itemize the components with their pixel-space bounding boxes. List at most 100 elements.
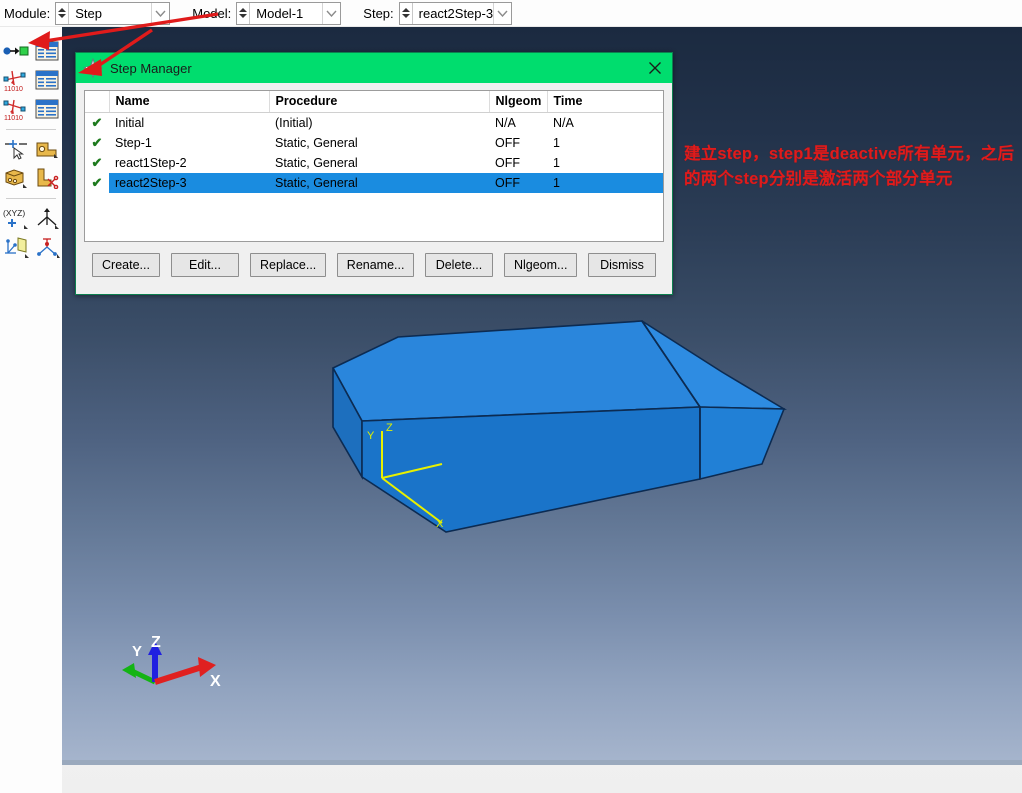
table-row[interactable]: ✔ react2Step-3 Static, General OFF 1 xyxy=(85,173,663,193)
viewport-bottom-edge xyxy=(62,760,1022,765)
create-interaction-icon[interactable] xyxy=(31,134,62,163)
toolbox-divider xyxy=(6,198,56,199)
nlgeom-button[interactable]: Nlgeom... xyxy=(503,253,577,277)
cell-time: 1 xyxy=(553,156,560,170)
history-output-manager-icon[interactable] xyxy=(31,94,62,123)
create-field-output-request-icon[interactable]: 11010 xyxy=(0,65,31,94)
delete-button[interactable]: Delete... xyxy=(424,253,493,277)
toolbox-row xyxy=(0,163,62,192)
abaqus-cae-window: Module: Step Model: Model-1 Step: react2… xyxy=(0,0,1022,793)
create-datum-axis-icon[interactable] xyxy=(31,203,62,232)
field-output-manager-icon[interactable] xyxy=(31,65,62,94)
rename-button[interactable]: Rename... xyxy=(336,253,414,277)
cell-name: Step-1 xyxy=(115,136,152,150)
model-label: Model: xyxy=(192,5,232,21)
step-manager-dialog[interactable]: Step Manager Name Procedure Nlgeom Time … xyxy=(75,52,673,295)
cell-procedure: Static, General xyxy=(275,136,358,150)
chevron-down-icon[interactable] xyxy=(492,2,511,24)
toolbox-row xyxy=(0,36,62,65)
svg-text:11010: 11010 xyxy=(4,86,23,92)
table-row[interactable]: ✔ Step-1 Static, General OFF 1 xyxy=(85,133,663,153)
annotation-note: 建立step，step1是deactive所有单元，之后的两个step分别是激活… xyxy=(684,145,1015,188)
step-table-container[interactable]: Name Procedure Nlgeom Time ✔ Initial (Init… xyxy=(84,90,664,242)
cell-name: Initial xyxy=(115,116,145,130)
close-icon[interactable] xyxy=(644,57,666,79)
toolbox-row: 11010 xyxy=(0,94,62,123)
toolbox-group-steps: 11010 11010 xyxy=(0,34,62,127)
chevron-down-icon[interactable] xyxy=(322,2,340,24)
abaqus-dialog-star-icon xyxy=(82,57,104,79)
cell-nlgeom: OFF xyxy=(495,136,520,150)
model-selector-group: Model: Model-1 xyxy=(192,1,342,25)
view-axis-label-y: Y xyxy=(132,643,142,660)
origin-axis-label-z: Z xyxy=(386,422,393,434)
create-history-output-request-icon[interactable]: 11010 xyxy=(0,94,31,123)
context-bar: Module: Step Model: Model-1 Step: react2… xyxy=(0,0,1022,27)
toolbox-group-adaptivity xyxy=(0,132,62,196)
edit-interaction-icon[interactable] xyxy=(31,163,62,192)
table-row[interactable]: ✔ react1Step-2 Static, General OFF 1 xyxy=(85,153,663,173)
step-combobox[interactable]: react2Step-3 xyxy=(398,1,512,25)
chevron-down-icon[interactable] xyxy=(151,2,169,24)
view-axis-label-z: Z xyxy=(151,634,161,651)
edit-button[interactable]: Edit... xyxy=(171,253,239,277)
view-axis-label-x: X xyxy=(210,673,221,690)
step-table-body: ✔ Initial (Initial) N/A N/A ✔ Step-1 Static, Ge… xyxy=(85,113,663,193)
step-manager-icon[interactable] xyxy=(31,36,62,65)
module-combobox[interactable]: Step xyxy=(55,1,171,25)
model-value: Model-1 xyxy=(256,5,304,21)
model-spinner[interactable] xyxy=(237,2,251,24)
cell-nlgeom: OFF xyxy=(495,156,520,170)
create-datum-plane-icon[interactable] xyxy=(0,232,31,261)
toolbox-row: 11010 xyxy=(0,65,62,94)
step-value: react2Step-3 xyxy=(418,5,493,21)
create-step-icon[interactable] xyxy=(0,36,31,65)
origin-axis-label-x: X xyxy=(436,518,444,530)
adaptive-mesh-constraint-icon[interactable] xyxy=(0,163,31,192)
cell-time: 1 xyxy=(553,136,560,150)
module-value: Step xyxy=(75,5,102,21)
toolbox-row: (XYZ) xyxy=(0,203,62,232)
module-toolbox: 11010 11010 (XYZ) xyxy=(0,27,62,793)
create-datum-point-icon[interactable] xyxy=(31,232,62,261)
row-check-icon[interactable]: ✔ xyxy=(85,133,109,153)
row-check-icon[interactable]: ✔ xyxy=(85,113,109,134)
row-check-icon[interactable]: ✔ xyxy=(85,153,109,173)
step-selector-group: Step: react2Step-3 xyxy=(363,1,512,25)
cell-time: N/A xyxy=(553,116,574,130)
table-header-row: Name Procedure Nlgeom Time xyxy=(85,91,663,113)
cell-procedure: Static, General xyxy=(269,173,489,193)
row-check-icon[interactable]: ✔ xyxy=(85,173,109,193)
cell-time: 1 xyxy=(547,173,663,193)
cell-nlgeom: OFF xyxy=(489,173,547,193)
step-manager-titlebar[interactable]: Step Manager xyxy=(76,53,672,83)
model-combobox[interactable]: Model-1 xyxy=(236,1,342,25)
column-header-nlgeom[interactable]: Nlgeom xyxy=(489,91,548,113)
column-header-name[interactable]: Name xyxy=(109,91,270,113)
toolbox-divider xyxy=(6,129,56,130)
svg-text:11010: 11010 xyxy=(4,115,23,121)
module-selector-group: Module: Step xyxy=(4,1,171,25)
cell-name: react2Step-3 xyxy=(109,173,269,193)
column-header-time[interactable]: Time xyxy=(547,91,663,113)
dismiss-button[interactable]: Dismiss xyxy=(588,253,656,277)
view-orientation-triad: Y Z X xyxy=(122,634,221,690)
cell-procedure: (Initial) xyxy=(275,116,313,130)
create-button[interactable]: Create... xyxy=(92,253,160,277)
step-manager-body: Name Procedure Nlgeom Time ✔ Initial (Init… xyxy=(76,83,672,277)
create-coordinate-system-icon[interactable]: (XYZ) xyxy=(0,203,31,232)
table-row[interactable]: ✔ Initial (Initial) N/A N/A xyxy=(85,113,663,134)
toolbox-row xyxy=(0,232,62,261)
create-adaptive-mesh-icon[interactable] xyxy=(0,134,31,163)
cell-procedure: Static, General xyxy=(275,156,358,170)
step-spinner[interactable] xyxy=(399,2,413,24)
origin-axis-label-y: Y xyxy=(367,430,375,442)
column-header-check[interactable] xyxy=(85,91,110,113)
cell-nlgeom: N/A xyxy=(495,116,516,130)
column-header-procedure[interactable]: Procedure xyxy=(269,91,490,113)
toolbox-row xyxy=(0,134,62,163)
step-manager-button-bar: Create... Edit... Replace... Rename... Delet… xyxy=(84,242,664,277)
svg-text:(XYZ): (XYZ) xyxy=(3,208,25,218)
replace-button[interactable]: Replace... xyxy=(250,253,326,277)
module-spinner[interactable] xyxy=(56,2,70,24)
